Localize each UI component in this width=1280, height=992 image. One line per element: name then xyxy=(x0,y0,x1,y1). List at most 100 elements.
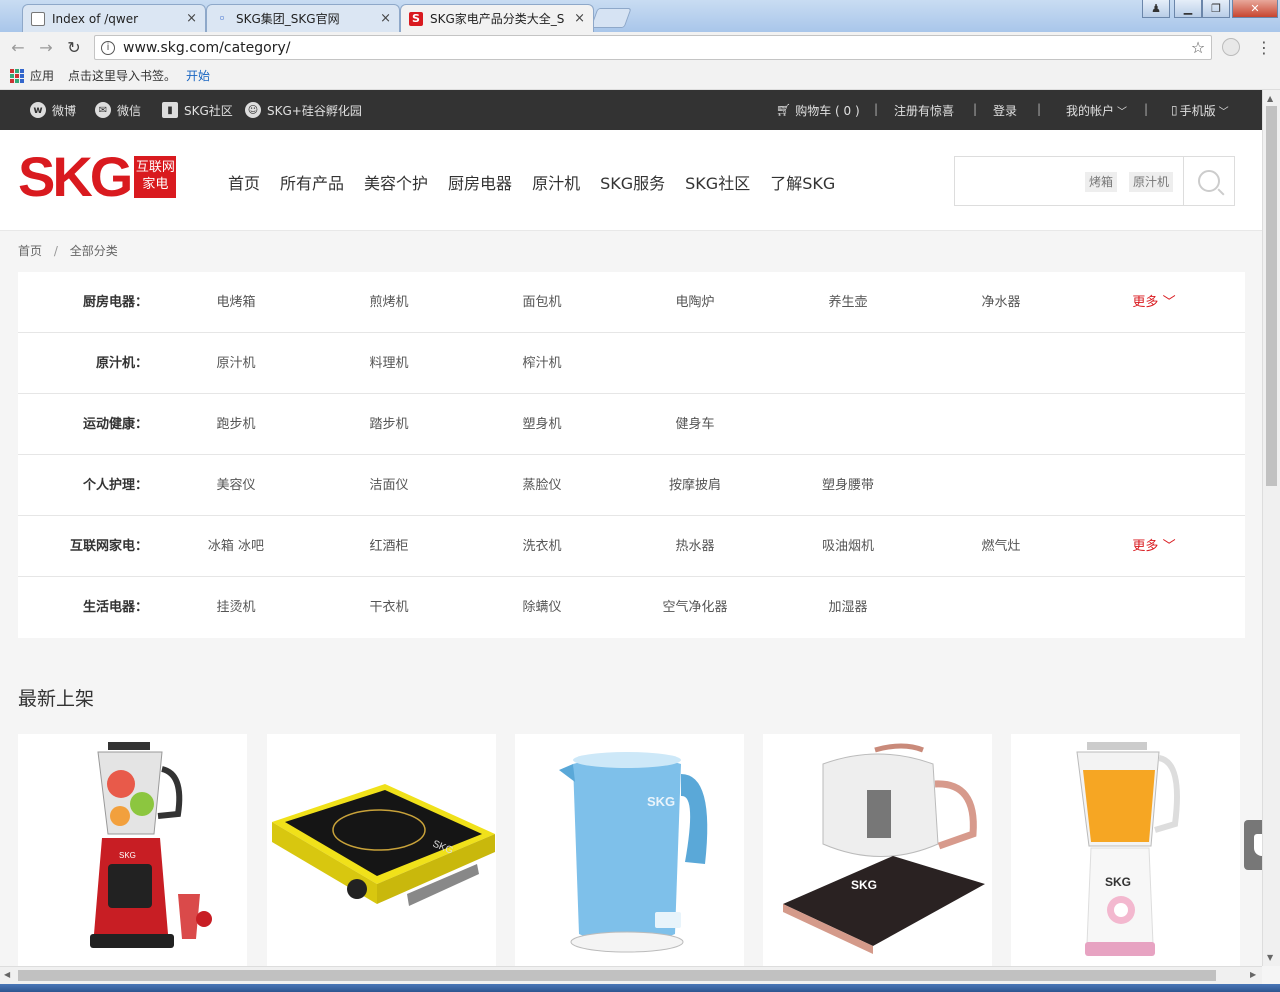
nav-juicer[interactable]: 原汁机 xyxy=(532,170,580,194)
nav-about[interactable]: 了解SKG xyxy=(770,170,835,194)
category-link[interactable]: 干衣机 xyxy=(319,577,459,638)
new-tab-button[interactable] xyxy=(590,8,632,28)
browser-menu-icon[interactable]: ⋮ xyxy=(1256,38,1272,57)
community-link[interactable]: ▮ SKG社区 xyxy=(162,90,233,130)
category-link[interactable]: 红酒柜 xyxy=(319,516,459,577)
close-icon[interactable]: × xyxy=(574,11,585,26)
nav-service[interactable]: SKG服务 xyxy=(600,170,665,194)
category-link[interactable]: 电烤箱 xyxy=(166,272,306,333)
cart-link[interactable]: 🛒︎ 购物车 ( 0 ) xyxy=(776,90,860,130)
category-link[interactable]: 塑身机 xyxy=(472,394,612,455)
divider: | xyxy=(973,102,978,116)
weibo-link[interactable]: w 微博 xyxy=(30,90,76,130)
product-card[interactable]: SKG xyxy=(267,734,496,966)
apps-label[interactable]: 应用 xyxy=(30,67,54,84)
category-link[interactable]: 料理机 xyxy=(319,333,459,394)
apps-icon[interactable] xyxy=(10,68,24,83)
category-link[interactable]: 原汁机 xyxy=(166,333,306,394)
bookmark-star-icon[interactable]: ☆ xyxy=(1185,38,1211,57)
category-link[interactable]: 塑身腰带 xyxy=(778,455,918,516)
weixin-link[interactable]: ✉ 微信 xyxy=(95,90,141,130)
product-card[interactable]: SKG xyxy=(763,734,992,966)
nav-home[interactable]: 首页 xyxy=(228,170,260,194)
category-link[interactable]: 空气净化器 xyxy=(625,577,765,638)
category-link[interactable]: 净水器 xyxy=(931,272,1071,333)
vertical-scrollbar[interactable]: ▲ ▼ xyxy=(1262,90,1280,966)
cart-label: 购物车 ( 0 ) xyxy=(795,103,860,118)
skg-logo[interactable]: SKG 互联网 家电 xyxy=(18,145,177,208)
breadcrumb-home[interactable]: 首页 xyxy=(18,244,42,258)
product-card[interactable]: SKG xyxy=(1011,734,1240,966)
category-link[interactable]: 美容仪 xyxy=(166,455,306,516)
scroll-up-icon[interactable]: ▲ xyxy=(1267,94,1273,103)
category-link[interactable]: 按摩披肩 xyxy=(625,455,765,516)
import-bookmarks-link[interactable]: 开始 xyxy=(186,67,210,84)
customer-service-button[interactable] xyxy=(1244,820,1262,870)
scroll-down-icon[interactable]: ▼ xyxy=(1267,953,1273,962)
search-button[interactable] xyxy=(1183,157,1234,205)
category-link[interactable]: 健身车 xyxy=(625,394,765,455)
nav-kitchen[interactable]: 厨房电器 xyxy=(448,170,512,194)
more-button[interactable]: 更多 ﹀ xyxy=(1084,272,1224,333)
skg-favicon-icon: S xyxy=(409,11,423,26)
logo-wordmark: SKG xyxy=(18,145,133,208)
nav-all-products[interactable]: 所有产品 xyxy=(280,170,344,194)
window-close-icon[interactable]: ✕ xyxy=(1232,0,1278,18)
info-icon[interactable]: i xyxy=(101,40,115,55)
weibo-icon: w xyxy=(30,102,46,118)
more-button[interactable]: 更多 ﹀ xyxy=(1084,516,1224,577)
register-link[interactable]: 注册有惊喜 xyxy=(894,90,954,130)
category-link[interactable]: 热水器 xyxy=(625,516,765,577)
user-icon[interactable]: ♟ xyxy=(1142,0,1170,18)
url-text[interactable]: www.skg.com/category/ xyxy=(123,40,1185,56)
category-link[interactable]: 榨汁机 xyxy=(472,333,612,394)
scroll-right-icon[interactable]: ▶ xyxy=(1250,970,1256,979)
category-link[interactable]: 跑步机 xyxy=(166,394,306,455)
category-link[interactable]: 洁面仪 xyxy=(319,455,459,516)
maximize-icon[interactable]: ❐ xyxy=(1202,0,1230,18)
browser-tab-3[interactable]: S SKG家电产品分类大全_S × xyxy=(400,4,594,32)
category-link[interactable]: 吸油烟机 xyxy=(778,516,918,577)
category-link[interactable]: 蒸脸仪 xyxy=(472,455,612,516)
close-icon[interactable]: × xyxy=(380,11,391,26)
scroll-left-icon[interactable]: ◀ xyxy=(4,970,10,979)
kettle-image: SKG xyxy=(559,752,708,953)
category-link[interactable]: 除螨仪 xyxy=(472,577,612,638)
address-bar[interactable]: i www.skg.com/category/ ☆ xyxy=(94,35,1212,60)
category-link[interactable]: 电陶炉 xyxy=(625,272,765,333)
browser-tab-2[interactable]: ◦ SKG集团_SKG官网 × xyxy=(206,4,400,32)
search-tag[interactable]: 烤箱 xyxy=(1085,172,1118,192)
back-icon[interactable]: ← xyxy=(8,37,28,57)
forward-icon[interactable]: → xyxy=(36,37,56,57)
category-link[interactable]: 洗衣机 xyxy=(472,516,612,577)
category-link[interactable]: 加湿器 xyxy=(778,577,918,638)
category-link[interactable]: 挂烫机 xyxy=(166,577,306,638)
breadcrumb-current: 全部分类 xyxy=(69,244,118,258)
incubator-link[interactable]: ☺ SKG+硅谷孵化园 xyxy=(245,90,362,130)
category-table: 厨房电器： 电烤箱 煎烤机 面包机 电陶炉 养生壶 净水器 更多 ﹀ 原汁机： … xyxy=(18,272,1245,638)
category-link[interactable]: 冰箱 冰吧 xyxy=(166,516,306,577)
reload-icon[interactable]: ↻ xyxy=(64,37,84,57)
product-card[interactable]: SKG xyxy=(18,734,247,966)
minimize-icon[interactable]: ▁ xyxy=(1174,0,1202,18)
page-viewport: w 微博 ✉ 微信 ▮ SKG社区 ☺ SKG+硅谷孵化园 🛒︎ 购物车 ( 0… xyxy=(0,90,1262,966)
product-card[interactable]: SKG xyxy=(515,734,744,966)
category-link[interactable]: 踏步机 xyxy=(319,394,459,455)
account-menu[interactable]: 我的帐户 ﹀ xyxy=(1066,90,1127,130)
scroll-thumb[interactable] xyxy=(1266,106,1277,486)
horizontal-scrollbar[interactable]: ◀ ▶ xyxy=(0,966,1262,984)
mobile-link[interactable]: ▯ 手机版 ﹀ xyxy=(1171,90,1229,130)
browser-tab-1[interactable]: Index of /qwer × xyxy=(22,4,206,32)
category-link[interactable]: 面包机 xyxy=(472,272,612,333)
category-link[interactable]: 煎烤机 xyxy=(319,272,459,333)
search-box[interactable]: 烤箱 原汁机 xyxy=(954,156,1235,206)
nav-beauty-care[interactable]: 美容个护 xyxy=(364,170,428,194)
search-tag[interactable]: 原汁机 xyxy=(1129,172,1174,192)
nav-community[interactable]: SKG社区 xyxy=(685,170,750,194)
login-link[interactable]: 登录 xyxy=(993,90,1017,130)
close-icon[interactable]: × xyxy=(186,11,197,26)
category-link[interactable]: 养生壶 xyxy=(778,272,918,333)
category-link[interactable]: 燃气灶 xyxy=(931,516,1071,577)
extension-icon[interactable] xyxy=(1222,38,1240,56)
scroll-thumb[interactable] xyxy=(18,970,1216,981)
